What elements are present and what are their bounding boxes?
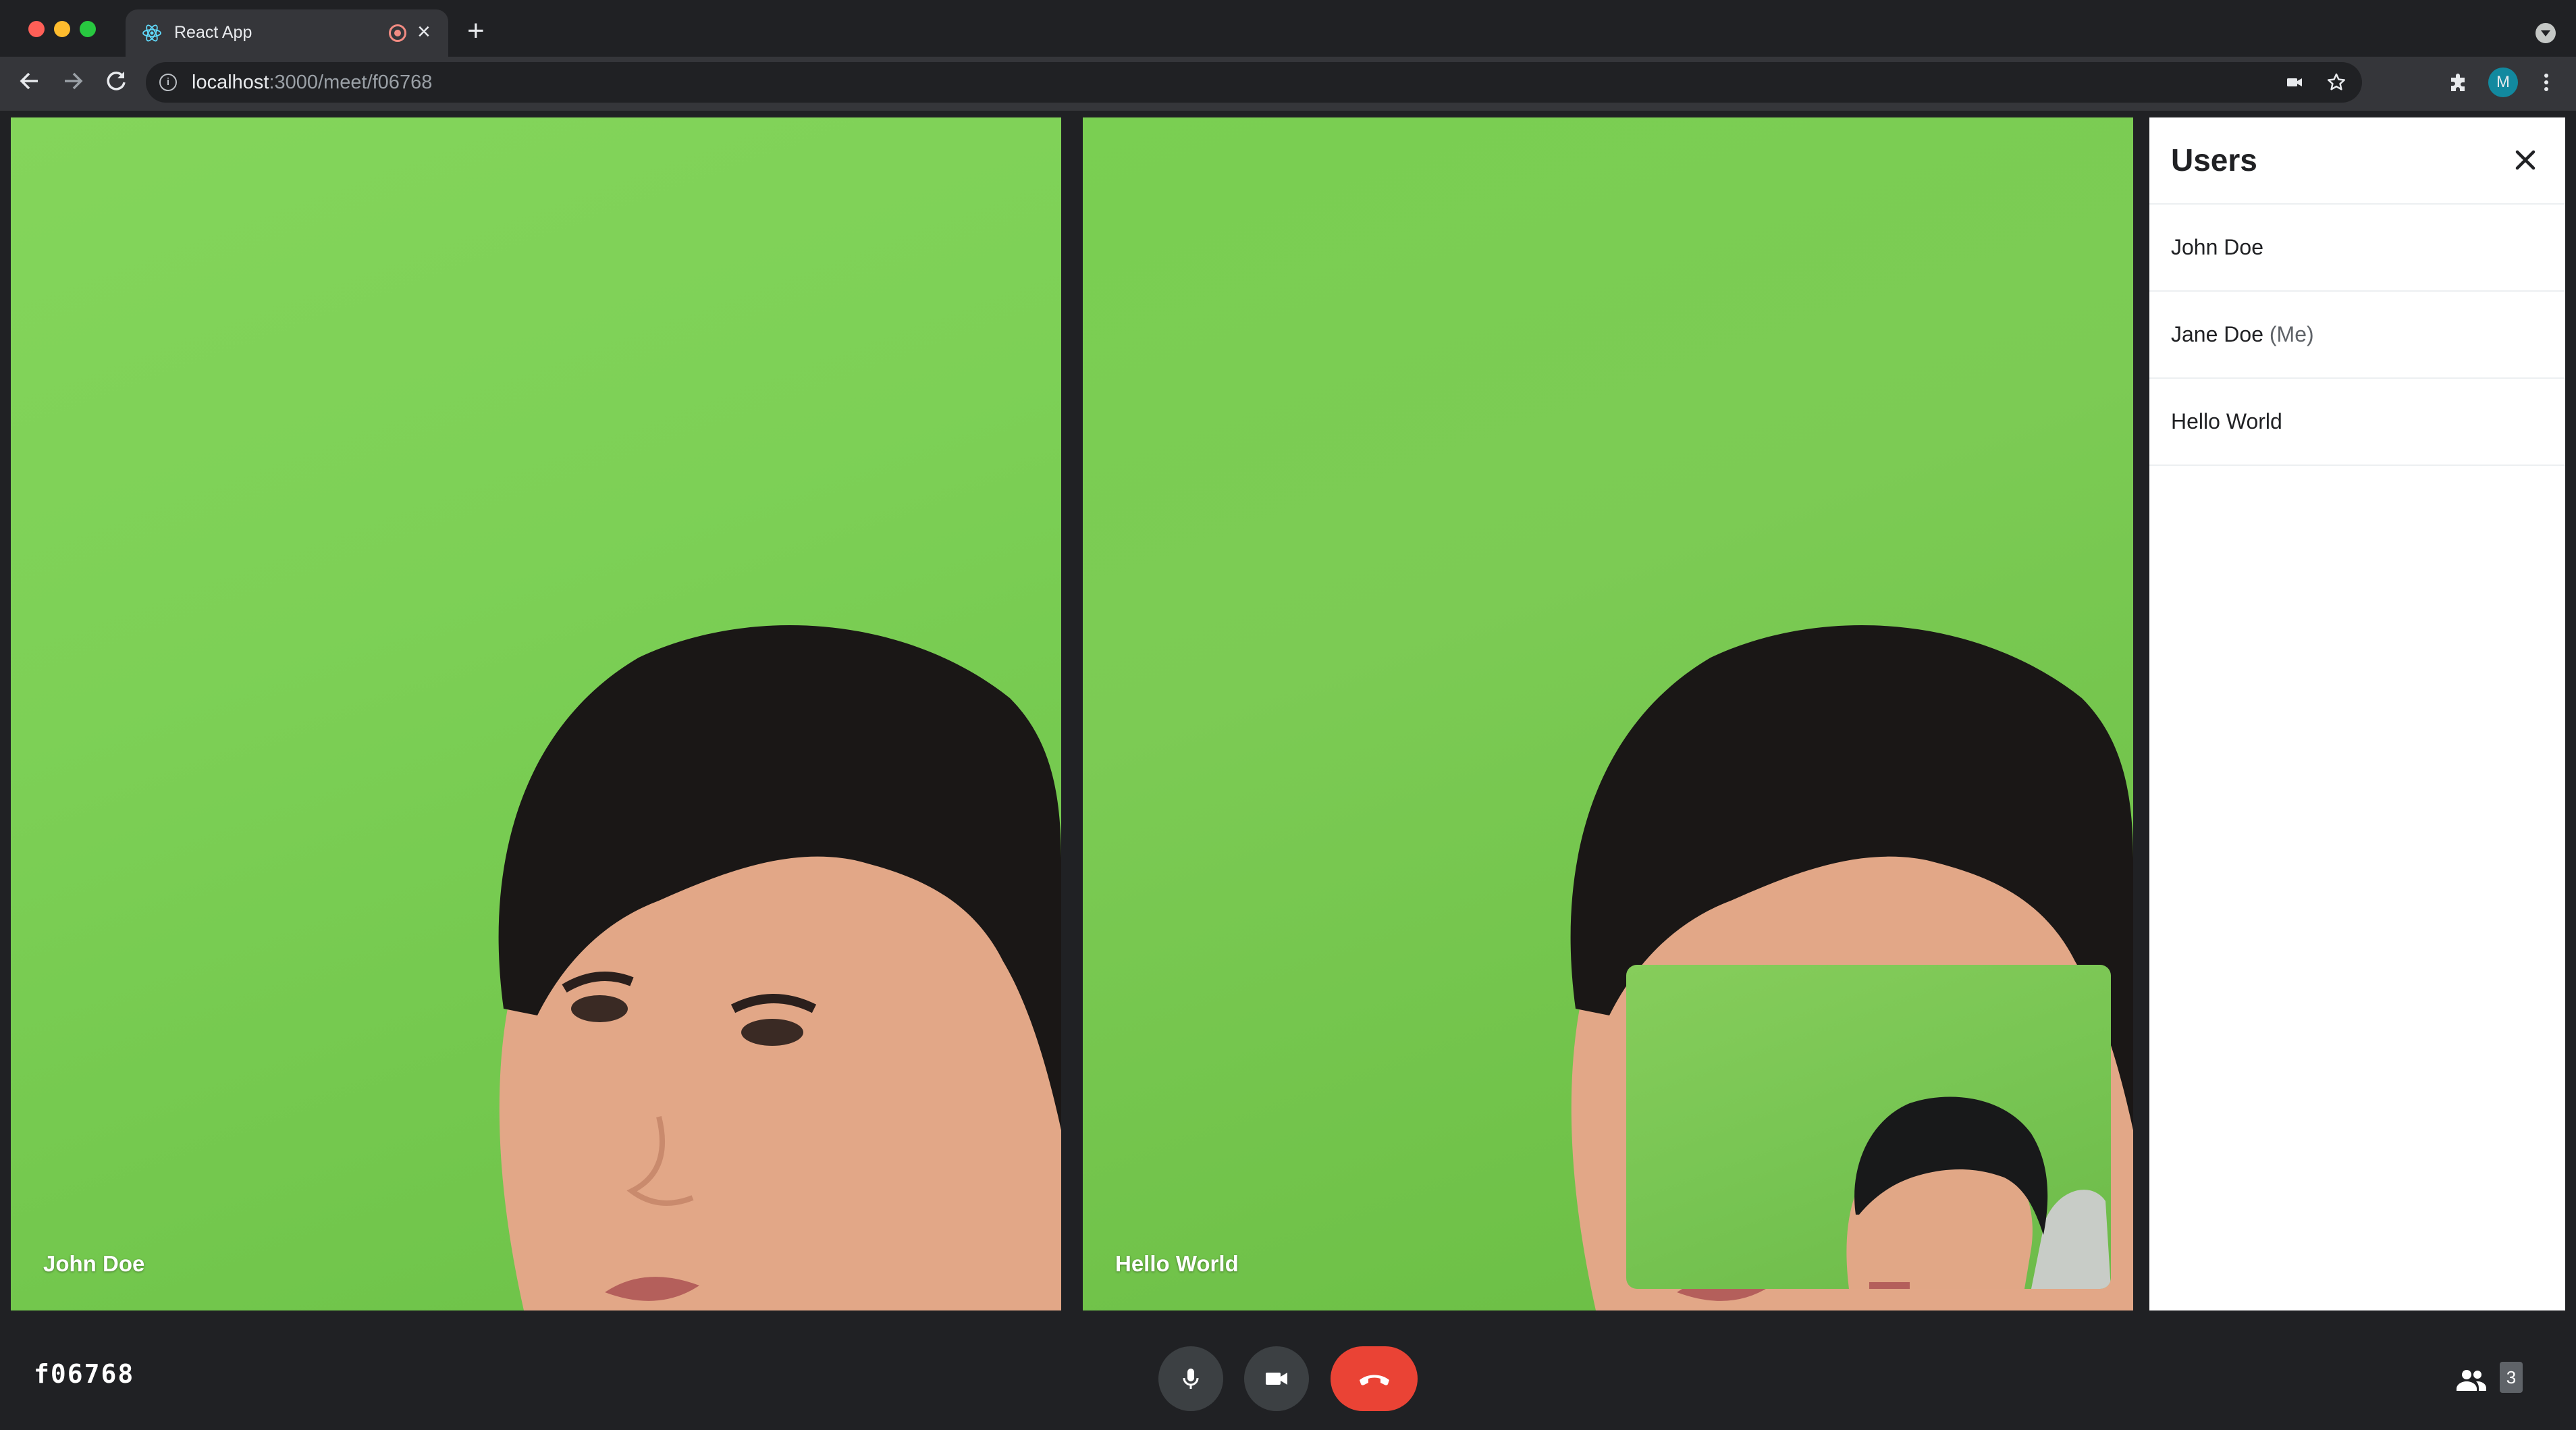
user-name: John Doe: [2171, 235, 2263, 260]
react-icon: [142, 24, 161, 42]
minimize-window-button[interactable]: [54, 21, 70, 37]
user-name-text: Hello World: [2171, 409, 2282, 433]
close-icon[interactable]: ×: [417, 20, 431, 43]
users-panel-title: Users: [2171, 142, 2257, 178]
list-item[interactable]: Hello World: [2149, 379, 2565, 466]
users-panel-header: Users: [2149, 117, 2565, 205]
tab-title: React App: [174, 23, 252, 42]
back-arrow-icon[interactable]: [14, 65, 46, 97]
avatar[interactable]: M: [2488, 68, 2518, 97]
url-text[interactable]: localhost:3000/meet/f06768: [192, 72, 432, 94]
microphone-button[interactable]: [1158, 1346, 1223, 1411]
tab-search-button[interactable]: [2535, 23, 2556, 43]
url-path: :3000/meet/f06768: [269, 72, 433, 93]
participant-video: [498, 625, 1061, 1310]
star-icon[interactable]: [2324, 70, 2349, 95]
list-item[interactable]: John Doe: [2149, 205, 2565, 292]
list-item[interactable]: Jane Doe (Me): [2149, 292, 2565, 379]
camera-icon[interactable]: [2282, 70, 2307, 95]
people-icon[interactable]: [2454, 1363, 2488, 1397]
me-tag: (Me): [2269, 322, 2314, 346]
meeting-app: John Doe Hello World Users John Doe Jane…: [0, 111, 2576, 1430]
user-name-text: Jane Doe: [2171, 322, 2263, 346]
browser-toolbar: i localhost:3000/meet/f06768 M: [0, 57, 2576, 111]
kebab-menu-icon[interactable]: [2533, 69, 2560, 96]
self-view-video[interactable]: [1626, 965, 2111, 1289]
end-call-button[interactable]: [1331, 1346, 1418, 1411]
camera-button[interactable]: [1244, 1346, 1309, 1411]
participant-name-label: Hello World: [1115, 1251, 1239, 1276]
user-name: Jane Doe (Me): [2171, 322, 2314, 347]
url-host: localhost: [192, 72, 269, 93]
user-name: Hello World: [2171, 409, 2282, 434]
users-panel: Users John Doe Jane Doe (Me) Hello World: [2149, 117, 2565, 1310]
forward-arrow-icon[interactable]: [57, 65, 89, 97]
record-icon: [389, 24, 406, 42]
tab-strip: React App × +: [0, 0, 2576, 57]
self-view-feed: [1846, 1096, 2111, 1289]
participant-count-badge: 3: [2500, 1362, 2523, 1393]
participant-name-label: John Doe: [43, 1251, 145, 1276]
browser-chrome: React App × + i localhost:3000/meet/f067…: [0, 0, 2576, 111]
plus-icon[interactable]: +: [467, 16, 485, 46]
browser-tab[interactable]: React App ×: [126, 9, 448, 57]
user-name-text: John Doe: [2171, 235, 2263, 259]
puzzle-icon[interactable]: [2446, 69, 2473, 96]
meeting-code: f06768: [34, 1359, 135, 1389]
microphone-icon: [1183, 1369, 1199, 1389]
zoom-window-button[interactable]: [80, 21, 96, 37]
close-window-button[interactable]: [28, 21, 45, 37]
video-tile[interactable]: John Doe: [11, 117, 1061, 1310]
video-camera-icon: [1266, 1373, 1287, 1385]
address-bar[interactable]: i localhost:3000/meet/f06768: [146, 62, 2362, 103]
reload-icon[interactable]: [100, 65, 132, 97]
info-icon[interactable]: i: [159, 74, 177, 91]
phone-hangup-icon: [1359, 1375, 1389, 1385]
close-icon[interactable]: [2507, 142, 2544, 178]
